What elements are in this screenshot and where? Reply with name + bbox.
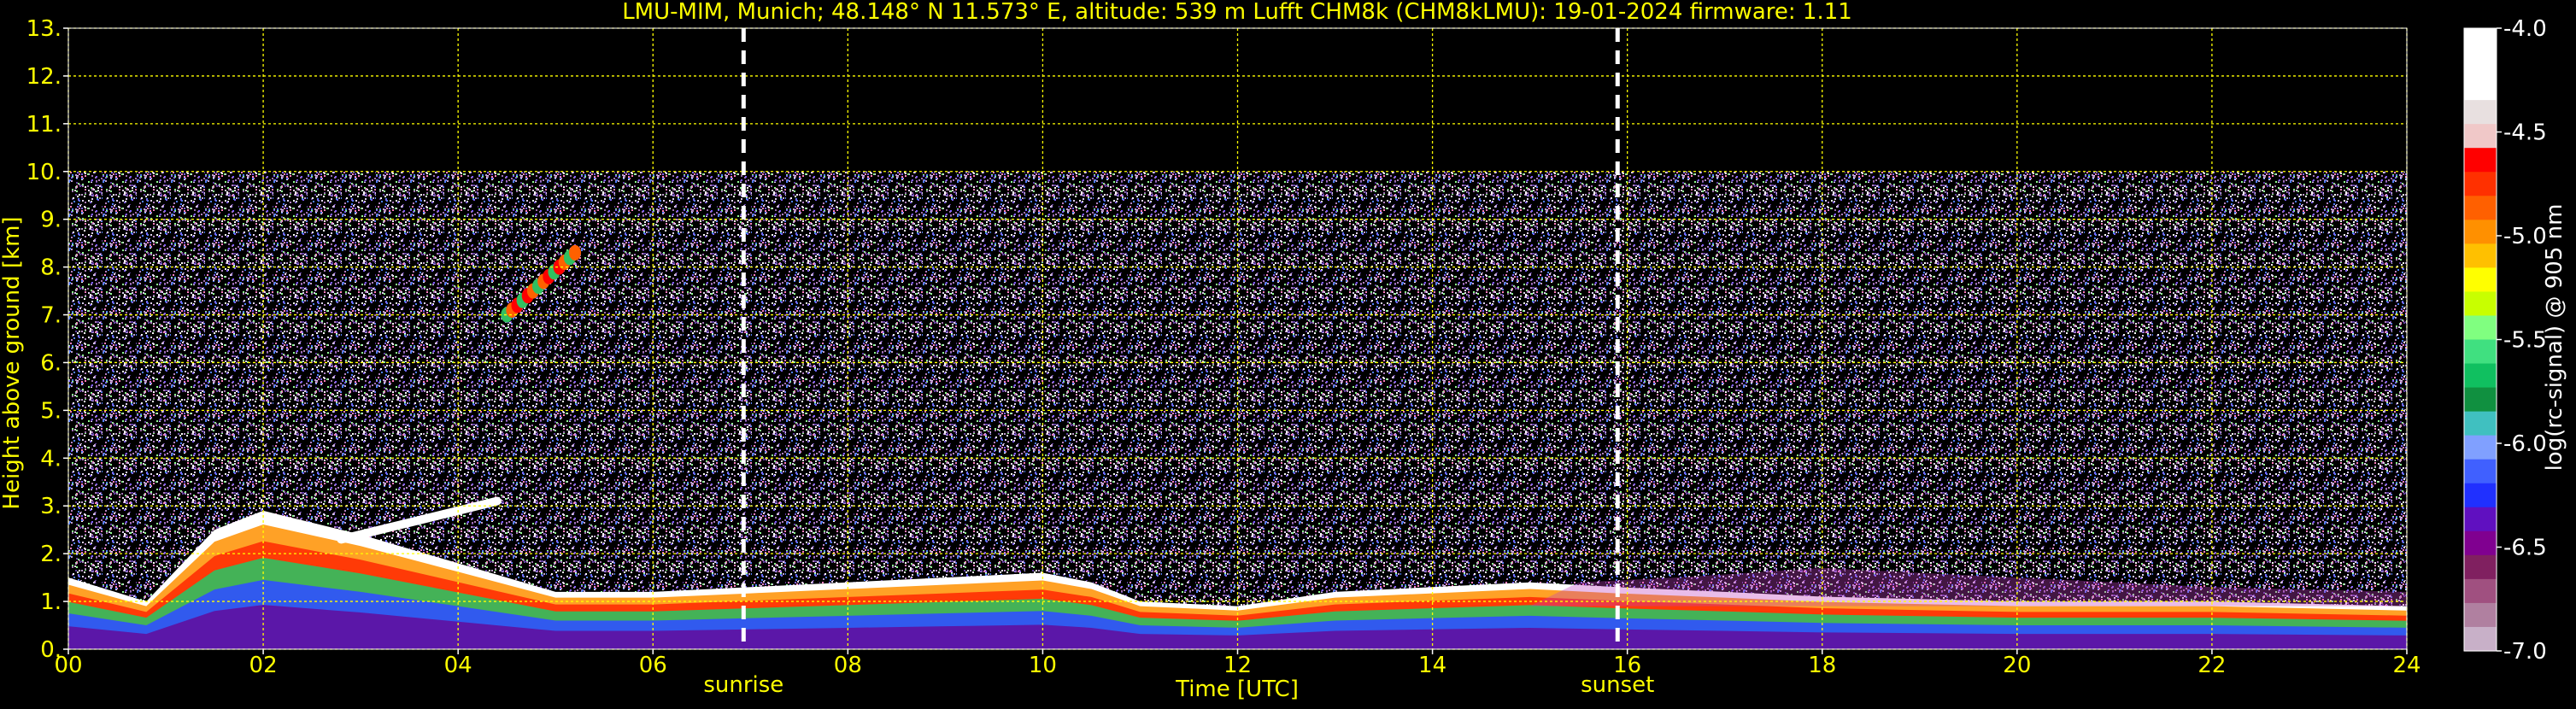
cirrus-cell — [569, 244, 582, 261]
colorbar-tick-label: -4.0 — [2503, 16, 2547, 42]
colorbar-segment — [2464, 267, 2497, 293]
sunrise-label: sunrise — [703, 672, 783, 698]
colorbar-tick-label: -4.5 — [2503, 120, 2547, 146]
y-tick-label: 2. — [40, 542, 62, 567]
colorbar-segment — [2464, 507, 2497, 532]
x-tick-label: 04 — [444, 653, 472, 678]
colorbar-segment — [2464, 315, 2497, 341]
colorbar-segment — [2464, 554, 2497, 580]
colorbar-segment — [2464, 76, 2497, 101]
colorbar-tick-label: -7.0 — [2503, 639, 2547, 665]
colorbar-segment — [2464, 291, 2497, 317]
colorbar-segment — [2464, 530, 2497, 556]
colorbar-segment — [2464, 602, 2497, 628]
x-tick-label: 12 — [1223, 653, 1252, 678]
colorbar-segment — [2464, 220, 2497, 244]
y-tick-label: 4. — [40, 446, 62, 472]
ceilometer-chart: sunrise sunset 00 02 04 06 08 10 12 14 16 18 20 22 24… — [0, 0, 2576, 706]
colorbar-segment — [2464, 28, 2497, 53]
y-tick-label: 1. — [40, 589, 62, 615]
x-tick-label: 18 — [1808, 653, 1836, 678]
colorbar-segment — [2464, 172, 2497, 196]
colorbar-segment — [2464, 626, 2497, 652]
colorbar-tick-label: -6.5 — [2503, 536, 2547, 561]
colorbar-tick-label: -5.0 — [2503, 224, 2547, 249]
x-tick-label: 16 — [1613, 653, 1641, 678]
colorbar-tick-label: -5.5 — [2503, 328, 2547, 354]
x-tick-label: 24 — [2392, 653, 2421, 678]
colorbar-segment — [2464, 196, 2497, 220]
x-tick-label: 20 — [2003, 653, 2031, 678]
x-tick-label: 06 — [639, 653, 667, 678]
colorbar-segment — [2464, 578, 2497, 604]
colorbar-segment — [2464, 363, 2497, 389]
y-axis-label: Height above ground [km] — [0, 216, 25, 509]
colorbar-segment — [2464, 243, 2497, 268]
y-tick-label: 11. — [26, 112, 62, 138]
x-tick-label: 10 — [1029, 653, 1057, 678]
x-tick-label: 02 — [249, 653, 278, 678]
y-tick-label: 13. — [26, 16, 62, 42]
y-tick-label: 9. — [40, 208, 62, 233]
colorbar-segment — [2464, 52, 2497, 77]
ceilometer-figure: sunrise sunset 00 02 04 06 08 10 12 14 16 18 20 22 24… — [0, 0, 2576, 706]
colorbar-tick-label: -6.0 — [2503, 431, 2547, 457]
y-tick-label: 10. — [26, 160, 62, 185]
colorbar-segment — [2464, 124, 2497, 149]
colorbar-segment — [2464, 339, 2497, 365]
colorbar-segment — [2464, 483, 2497, 508]
colorbar-segment — [2464, 459, 2497, 484]
y-tick-label: 5. — [40, 398, 62, 424]
y-tick-label: 12. — [26, 64, 62, 90]
y-tick-label: 0. — [40, 637, 62, 663]
y-tick-label: 8. — [40, 255, 62, 281]
chart-title: LMU-MIM, Munich; 48.148° N 11.573° E, al… — [622, 0, 1852, 25]
colorbar-segment — [2464, 148, 2497, 173]
y-tick-label: 3. — [40, 494, 62, 519]
colorbar-segment — [2464, 435, 2497, 460]
y-tick-label: 6. — [40, 350, 62, 376]
colorbar-label: log(rc-signal) @ 905 nm — [2542, 204, 2567, 472]
colorbar-segment — [2464, 387, 2497, 413]
colorbar-segment — [2464, 411, 2497, 437]
x-tick-label: 14 — [1418, 653, 1446, 678]
y-tick-label: 7. — [40, 303, 62, 329]
x-tick-label: 08 — [834, 653, 862, 678]
x-tick-label: 22 — [2198, 653, 2226, 678]
x-axis-label: Time [UTC] — [1175, 677, 1299, 702]
colorbar-segment — [2464, 100, 2497, 125]
